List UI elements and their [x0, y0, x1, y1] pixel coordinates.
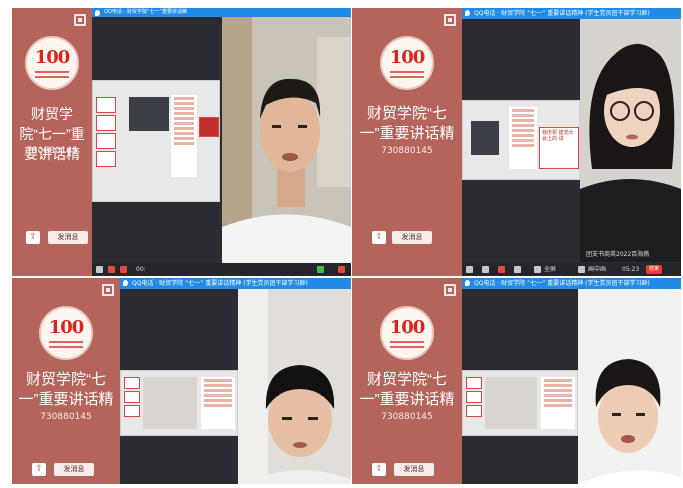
camera-icon[interactable] [498, 266, 505, 273]
pip-label[interactable]: 画中画 [588, 263, 606, 276]
logo-100-text: 100 [48, 317, 85, 338]
call-panel-top-right: 100 财贸学院“七一”重要讲话精 730880145 ⇪ 发消息 QQ电话 ·… [352, 8, 681, 276]
qr-code-icon[interactable] [444, 14, 456, 26]
group-avatar-logo: 100 [380, 36, 434, 90]
call-controls: 全屏 画中画 05:23 结束 [462, 263, 681, 276]
share-icon[interactable]: ⇪ [372, 231, 386, 244]
group-id: 730880145 [381, 146, 433, 156]
shared-screen [120, 370, 238, 436]
group-avatar-logo: 100 [39, 306, 93, 360]
participant-video-male-3 [578, 289, 681, 484]
call-title: QQ电话 · 财贸学院 “七一” 重要讲话精神 (学生党员团干部学习群) [474, 280, 650, 287]
location-pin-icon [123, 280, 128, 286]
send-message-button[interactable]: 发消息 [48, 231, 88, 244]
share-icon[interactable]: ⇪ [32, 463, 46, 476]
logo-100-text: 100 [389, 47, 426, 68]
end-call-button[interactable]: 结束 [646, 265, 663, 274]
call-controls: 00: [92, 263, 351, 276]
call-panel-bottom-right: 100 财贸学院“七一”重要讲话精 730880145 ⇪ 发消息 QQ电话 ·… [352, 278, 681, 484]
camera-icon[interactable] [108, 266, 115, 273]
call-timer: 00: [136, 266, 146, 273]
call-title: QQ电话 - 财贸学院“七一”重要讲话精 [104, 9, 188, 15]
group-title: 财贸学院“七一”重要讲话精 [18, 371, 114, 408]
location-pin-icon [465, 10, 470, 16]
call-titlebar: QQ电话 - 财贸学院“七一”重要讲话精 [92, 8, 351, 17]
send-message-button[interactable]: 发消息 [392, 231, 432, 244]
send-message-button[interactable]: 发消息 [54, 463, 94, 476]
mic-icon[interactable] [466, 266, 473, 273]
group-avatar-logo: 100 [25, 36, 79, 90]
group-sidebar: 100 财贸学院“七一”重要讲话精 730880145 ⇪ 发消息 [352, 278, 462, 484]
speaker-icon[interactable] [482, 266, 489, 273]
shared-screen: 我庆祝 建党大会上的 讲 [462, 100, 580, 180]
participant-video-female: 团支书商英2022百海燕 [580, 19, 681, 262]
group-title: 财贸学院“七一”重要讲话精 [359, 105, 455, 142]
group-id: 730880145 [40, 412, 92, 422]
logo-100-text: 100 [389, 317, 426, 338]
qr-code-icon[interactable] [74, 14, 86, 26]
group-id: 730880145 [381, 412, 433, 422]
logo-100-text: 100 [34, 47, 71, 68]
qr-code-icon[interactable] [102, 284, 114, 296]
call-titlebar: QQ电话 · 财贸学院 “七一” 重要讲话精神 (学生党员团干部学习群) [462, 8, 681, 19]
participant-name-watermark: 团支书商英2022百海燕 [586, 251, 650, 258]
shared-screen [92, 80, 220, 202]
call-timer: 05:23 [622, 266, 640, 273]
send-message-button[interactable]: 发消息 [394, 463, 434, 476]
group-sidebar: 100 财贸学院“七一”重要讲话精 730880145 ⇪ 发消息 [12, 8, 92, 276]
call-panel-top-left: 100 财贸学院“七一”重要讲话精 730880145 ⇪ 发消息 QQ电话 -… [12, 8, 351, 276]
group-sidebar: 100 财贸学院“七一”重要讲话精 730880145 ⇪ 发消息 [352, 8, 462, 276]
share-icon[interactable]: ⇪ [372, 463, 386, 476]
mic-icon[interactable] [96, 266, 103, 273]
shared-screen [462, 370, 578, 436]
participant-video-male [222, 17, 351, 264]
location-pin-icon [465, 280, 470, 286]
participant-video-male-2 [238, 289, 351, 484]
group-id: 730880145 [26, 146, 78, 156]
share-icon[interactable]: ⇪ [26, 231, 40, 244]
fullscreen-label[interactable]: 全屏 [544, 263, 556, 276]
slide-text: 我庆祝 建党大会上的 讲 [542, 130, 574, 142]
signal-icon [317, 266, 324, 273]
call-title: QQ电话 · 财贸学院 “七一” 重要讲话精神 (学生党员团干部学习群) [474, 10, 650, 17]
call-titlebar: QQ电话 · 财贸学院 “七一” 重要讲话精神 (学生党员团干部学习群) [120, 278, 351, 289]
location-pin-icon [95, 10, 100, 16]
qr-code-icon[interactable] [444, 284, 456, 296]
group-title: 财贸学院“七一”重要讲话精 [359, 371, 455, 408]
pip-icon[interactable] [578, 266, 585, 273]
speaker-icon[interactable] [120, 266, 127, 273]
call-panel-bottom-left: 100 财贸学院“七一”重要讲话精 730880145 ⇪ 发消息 QQ电话 ·… [12, 278, 351, 484]
group-avatar-logo: 100 [380, 306, 434, 360]
fullscreen-icon[interactable] [534, 266, 541, 273]
group-sidebar: 100 财贸学院“七一”重要讲话精 730880145 ⇪ 发消息 [12, 278, 120, 484]
call-titlebar: QQ电话 · 财贸学院 “七一” 重要讲话精神 (学生党员团干部学习群) [462, 278, 681, 289]
call-title: QQ电话 · 财贸学院 “七一” 重要讲话精神 (学生党员团干部学习群) [132, 280, 308, 287]
end-call-icon[interactable] [338, 266, 345, 273]
share-screen-icon[interactable] [514, 266, 521, 273]
